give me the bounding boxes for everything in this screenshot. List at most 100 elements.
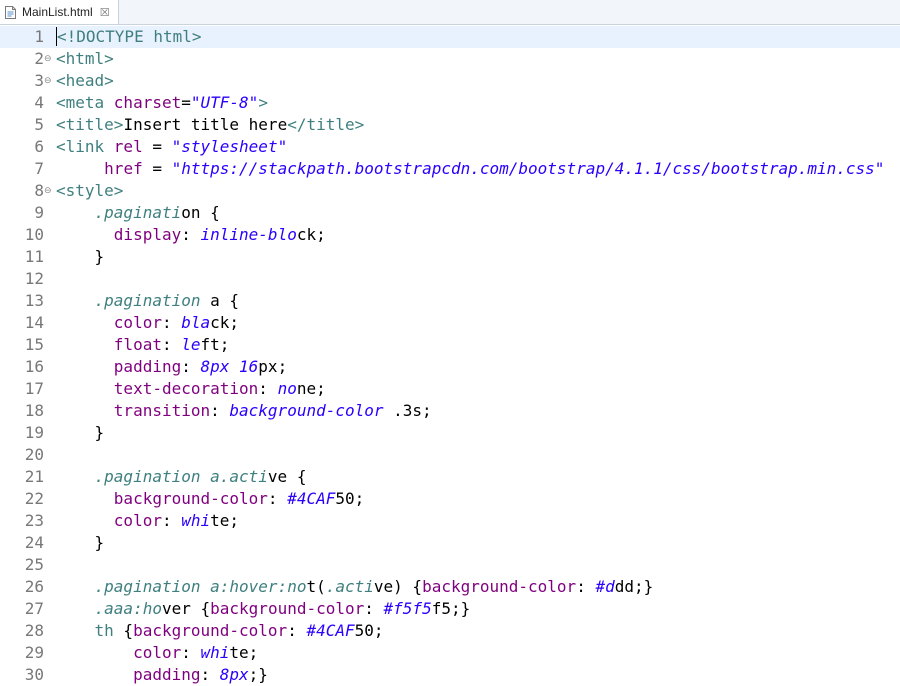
code-token: ck; <box>296 225 326 244</box>
code-line[interactable]: 28 th {background-color: #4CAF50; <box>0 620 900 642</box>
code-text: .pagination { <box>56 202 220 224</box>
line-number: 11 <box>24 247 44 266</box>
code-line[interactable]: 5 <title>Insert title here</title> <box>0 114 900 136</box>
code-token: t( <box>306 577 326 596</box>
code-text: <link rel = "stylesheet" <box>56 136 287 158</box>
code-token: <html> <box>56 49 114 68</box>
code-token: "UTF-8" <box>190 93 259 112</box>
code-token: : <box>181 643 201 662</box>
code-line[interactable]: 11 } <box>0 246 900 268</box>
code-token: bla <box>181 313 211 332</box>
code-line[interactable]: 13 .pagination a { <box>0 290 900 312</box>
code-token: : <box>161 511 182 530</box>
code-token: whi <box>181 511 211 530</box>
line-number: 19 <box>24 423 44 442</box>
code-line[interactable]: 12 <box>0 268 900 290</box>
code-token: .paginati <box>94 203 182 222</box>
code-token: <style> <box>56 181 124 200</box>
fold-collapse-icon[interactable]: ⊖ <box>44 48 54 70</box>
code-line[interactable]: 20 <box>0 444 900 466</box>
code-line[interactable]: 21 .pagination a.active { <box>0 466 900 488</box>
line-number: 10 <box>24 225 44 244</box>
code-token: 8px <box>219 665 249 684</box>
code-line[interactable]: 19 } <box>0 422 900 444</box>
code-token: th <box>94 621 114 640</box>
code-text: <title>Insert title here</title> <box>56 114 364 136</box>
code-token: .acti <box>325 577 374 596</box>
code-token: ve { <box>267 467 307 486</box>
code-line[interactable]: 16 padding: 8px 16px; <box>0 356 900 378</box>
fold-collapse-icon[interactable]: ⊖ <box>44 70 54 92</box>
code-line[interactable]: 8 ⊖ <style> <box>0 180 900 202</box>
code-token: ck; <box>210 313 240 332</box>
code-text: transition: background-color .3s; <box>56 400 432 422</box>
code-line[interactable]: 24 } <box>0 532 900 554</box>
code-line[interactable]: 15 float: left; <box>0 334 900 356</box>
code-token: = <box>142 159 172 178</box>
code-text: <meta charset="UTF-8"> <box>56 92 268 114</box>
code-line[interactable]: 1 <!DOCTYPE html> <box>0 26 900 48</box>
code-text: display: inline-block; <box>56 224 326 246</box>
code-line[interactable]: 4 <meta charset="UTF-8"> <box>0 92 900 114</box>
code-token: ;} <box>248 665 268 684</box>
code-token: .pagination a:hover:no <box>94 577 307 596</box>
code-line[interactable]: 25 <box>0 554 900 576</box>
code-line[interactable]: 3 ⊖ <head> <box>0 70 900 92</box>
code-token: background-color <box>229 401 384 420</box>
tab-mainlist-html[interactable]: MainList.html ☒ <box>0 0 119 24</box>
code-token: : <box>287 621 307 640</box>
code-token: <!DOCTYPE html> <box>56 27 202 46</box>
line-number: 26 <box>24 577 44 596</box>
code-line[interactable]: 14 color: black; <box>0 312 900 334</box>
line-number: 15 <box>24 335 44 354</box>
code-line[interactable]: 17 text-decoration: none; <box>0 378 900 400</box>
code-editor[interactable]: 1 <!DOCTYPE html> 2 ⊖ <html> 3 ⊖ <head> 4 <meta c… <box>0 26 900 684</box>
line-number: 7 <box>34 159 44 178</box>
line-number: 1 <box>34 27 44 46</box>
line-number: 29 <box>24 643 44 662</box>
code-token: color <box>113 511 162 530</box>
code-text: color: white; <box>56 642 258 664</box>
code-line[interactable]: 22 background-color: #4CAF50; <box>0 488 900 510</box>
line-number: 27 <box>24 599 44 618</box>
code-line[interactable]: 7 href = "https://stackpath.bootstrapcdn… <box>0 158 900 180</box>
code-line[interactable]: 29 color: white; <box>0 642 900 664</box>
code-line[interactable]: 10 display: inline-block; <box>0 224 900 246</box>
code-token: .aaa:ho <box>94 599 162 618</box>
code-line[interactable]: 2 ⊖ <html> <box>0 48 900 70</box>
code-token: : <box>258 379 278 398</box>
code-line[interactable]: 27 .aaa:hover {background-color: #f5f5f5… <box>0 598 900 620</box>
close-icon[interactable]: ☒ <box>100 7 110 18</box>
code-token: : <box>181 357 201 376</box>
code-text: .pagination a:hover:not(.active) {backgr… <box>56 576 654 598</box>
code-token: background-color <box>133 621 288 640</box>
code-token: #4CAF <box>287 489 336 508</box>
code-token: <meta <box>56 93 114 112</box>
line-number: 12 <box>24 269 44 288</box>
code-token: color <box>133 643 182 662</box>
code-line[interactable]: 26 .pagination a:hover:not(.active) {bac… <box>0 576 900 598</box>
code-line[interactable]: 6 <link rel = "stylesheet" <box>0 136 900 158</box>
line-number: 13 <box>24 291 44 310</box>
code-line[interactable]: 18 transition: background-color .3s; <box>0 400 900 422</box>
code-line[interactable]: 23 color: white; <box>0 510 900 532</box>
code-token: "https://stackpath.bootstrapcdn.com/boot… <box>171 159 885 178</box>
code-token: 50; <box>335 489 365 508</box>
code-line[interactable]: 30 padding: 8px;} <box>0 664 900 686</box>
code-line[interactable]: 9 .pagination { <box>0 202 900 224</box>
code-token: ft; <box>200 335 230 354</box>
code-token: no <box>277 379 297 398</box>
code-token: text-decoration <box>113 379 259 398</box>
code-token: : <box>210 401 230 420</box>
code-token: ve) { <box>373 577 423 596</box>
code-token: Insert title here <box>123 115 288 134</box>
code-text: color: black; <box>56 312 239 334</box>
code-token: te; <box>229 643 259 662</box>
code-token: </title> <box>287 115 365 134</box>
code-token: ne; <box>296 379 326 398</box>
fold-collapse-icon[interactable]: ⊖ <box>44 180 54 202</box>
